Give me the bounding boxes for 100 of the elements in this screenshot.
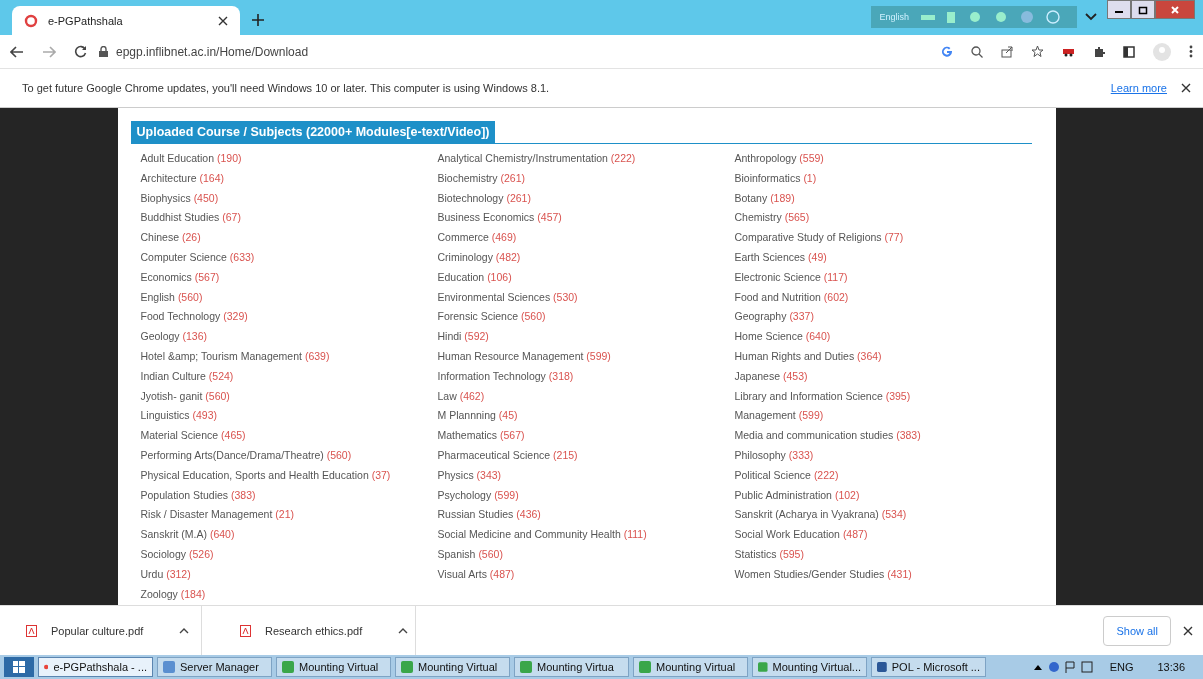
caret-up-icon[interactable] xyxy=(398,627,409,634)
subject-link[interactable]: Media and communication studies (383) xyxy=(734,426,921,446)
share-icon[interactable] xyxy=(1001,45,1013,58)
subject-link[interactable]: Jyotish- ganit (560) xyxy=(140,386,230,407)
subject-link[interactable]: Social Work Education (487) xyxy=(734,525,868,545)
subject-link[interactable]: Buddhist Studies (67) xyxy=(140,208,241,229)
minimize-button[interactable] xyxy=(1107,0,1131,19)
close-icon[interactable] xyxy=(1183,625,1193,636)
subject-link[interactable]: Management (599) xyxy=(734,406,824,427)
subject-link[interactable]: Chemistry (565) xyxy=(734,208,810,229)
subject-link[interactable]: Environmental Sciences (530) xyxy=(437,287,578,308)
clock[interactable]: 13:36 xyxy=(1157,661,1185,673)
side-panel-icon[interactable] xyxy=(1123,45,1135,58)
subject-link[interactable]: Anthropology (559) xyxy=(734,149,824,169)
subject-link[interactable]: Performing Arts(Dance/Drama/Theatre) (560) xyxy=(140,445,352,466)
language-indicator[interactable]: ENG xyxy=(1109,661,1134,673)
subject-link[interactable]: Hotel &amp; Tourism Management (639) xyxy=(140,346,330,367)
subject-link[interactable]: Food and Nutrition (602) xyxy=(734,287,849,308)
subject-link[interactable]: Physics (343) xyxy=(437,465,502,486)
taskbar-item[interactable]: POL - Microsoft ... xyxy=(871,657,986,677)
close-icon[interactable] xyxy=(1181,83,1191,93)
subject-link[interactable]: Women Studies/Gender Studies (431) xyxy=(734,564,912,585)
menu-icon[interactable] xyxy=(1189,45,1193,58)
subject-link[interactable]: Home Science (640) xyxy=(734,327,831,347)
subject-link[interactable]: Russian Studies (436) xyxy=(437,505,541,526)
subject-link[interactable]: Risk / Disaster Management (21) xyxy=(140,505,294,526)
subject-link[interactable]: Political Science (222) xyxy=(734,465,839,486)
show-all-button[interactable]: Show all xyxy=(1103,615,1171,646)
subject-link[interactable]: Criminology (482) xyxy=(437,248,521,268)
subject-link[interactable]: Sanskrit (M.A) (640) xyxy=(140,525,235,545)
subject-link[interactable]: Computer Science (633) xyxy=(140,248,255,268)
subject-link[interactable]: Economics (567) xyxy=(140,267,220,288)
zoom-icon[interactable] xyxy=(971,45,983,58)
subject-link[interactable]: Japanese (453) xyxy=(734,366,808,387)
subject-link[interactable]: Mathematics (567) xyxy=(437,426,525,446)
taskbar-item[interactable]: e-PGPathshala - ... xyxy=(38,657,153,677)
subject-link[interactable]: Spanish (560) xyxy=(437,544,503,565)
close-button[interactable] xyxy=(1155,0,1195,19)
taskbar-item[interactable]: Mounting Virtual xyxy=(633,657,748,677)
restore-button[interactable] xyxy=(1131,0,1155,19)
extension-icon[interactable] xyxy=(1062,46,1075,57)
subject-link[interactable]: Zoology (184) xyxy=(140,584,206,605)
subject-link[interactable]: Earth Sciences (49) xyxy=(734,248,827,268)
subject-link[interactable]: Indian Culture (524) xyxy=(140,366,234,387)
taskbar-item[interactable]: Server Manager xyxy=(157,657,272,677)
subject-link[interactable]: Electronic Science (117) xyxy=(734,267,848,288)
browser-tab[interactable]: e-PGPathshala xyxy=(12,6,240,35)
subject-link[interactable]: Business Economics (457) xyxy=(437,208,562,229)
subject-link[interactable]: Chinese (26) xyxy=(140,228,201,248)
new-tab-icon[interactable] xyxy=(252,14,264,26)
subject-link[interactable]: Hindi (592) xyxy=(437,327,489,347)
subject-link[interactable]: Psychology (599) xyxy=(437,485,519,506)
subject-link[interactable]: Education (106) xyxy=(437,267,512,288)
subject-link[interactable]: Social Medicine and Community Health (111) xyxy=(437,525,647,545)
subject-link[interactable]: Biotechnology (261) xyxy=(437,188,531,209)
subject-link[interactable]: Urdu (312) xyxy=(140,564,191,585)
taskbar-item[interactable]: Mounting Virtua xyxy=(514,657,629,677)
learn-more-link[interactable]: Learn more xyxy=(1110,82,1167,94)
taskbar-item[interactable]: Mounting Virtual xyxy=(395,657,510,677)
subject-link[interactable]: Commerce (469) xyxy=(437,228,517,248)
google-icon[interactable] xyxy=(941,45,953,58)
subject-link[interactable]: M Plannning (45) xyxy=(437,406,518,427)
caret-up-icon[interactable] xyxy=(179,627,190,634)
start-button[interactable] xyxy=(4,657,34,677)
subject-link[interactable]: Visual Arts (487) xyxy=(437,564,515,585)
subject-link[interactable]: Geography (337) xyxy=(734,307,814,328)
subject-link[interactable]: Public Administration (102) xyxy=(734,485,860,506)
subject-link[interactable]: Linguistics (493) xyxy=(140,406,217,427)
subject-link[interactable]: Adult Education (190) xyxy=(140,149,242,169)
taskbar-item[interactable]: Mounting Virtual... xyxy=(752,657,867,677)
subject-link[interactable]: Sociology (526) xyxy=(140,544,214,565)
subject-link[interactable]: Comparative Study of Religions (77) xyxy=(734,228,904,248)
back-icon[interactable] xyxy=(10,45,24,58)
star-icon[interactable] xyxy=(1031,45,1044,58)
subject-link[interactable]: Botany (189) xyxy=(734,188,795,209)
subject-link[interactable]: Sanskrit (Acharya in Vyakrana) (534) xyxy=(734,505,907,526)
reload-icon[interactable] xyxy=(74,45,87,58)
subject-link[interactable]: Human Rights and Duties (364) xyxy=(734,346,882,367)
address-field[interactable]: epgp.inflibnet.ac.in/Home/Download xyxy=(99,38,923,65)
subject-link[interactable]: Statistics (595) xyxy=(734,544,804,565)
subject-link[interactable]: Architecture (164) xyxy=(140,168,224,189)
subject-link[interactable]: Pharmaceutical Science (215) xyxy=(437,445,578,466)
subject-link[interactable]: Geology (136) xyxy=(140,327,208,347)
subject-link[interactable]: Forensic Science (560) xyxy=(437,307,546,328)
subject-link[interactable]: Law (462) xyxy=(437,386,485,407)
subject-link[interactable]: Philosophy (333) xyxy=(734,445,814,466)
taskbar-item[interactable]: Mounting Virtual xyxy=(276,657,391,677)
chevron-down-icon[interactable] xyxy=(1085,13,1097,21)
puzzle-icon[interactable] xyxy=(1093,45,1105,58)
subject-link[interactable]: Information Technology (318) xyxy=(437,366,574,387)
subject-link[interactable]: Library and Information Science (395) xyxy=(734,386,911,407)
subject-link[interactable]: Biophysics (450) xyxy=(140,188,219,209)
subject-link[interactable]: Human Resource Management (599) xyxy=(437,346,611,367)
subject-link[interactable]: Analytical Chemistry/Instrumentation (222) xyxy=(437,149,636,169)
subject-link[interactable]: Biochemistry (261) xyxy=(437,168,526,189)
subject-link[interactable]: Physical Education, Sports and Health Education (37) xyxy=(140,465,391,486)
subject-link[interactable]: Food Technology (329) xyxy=(140,307,248,328)
subject-link[interactable]: Material Science (465) xyxy=(140,426,246,446)
subject-link[interactable]: English (560) xyxy=(140,287,203,308)
subject-link[interactable]: Bioinformatics (1) xyxy=(734,168,817,189)
